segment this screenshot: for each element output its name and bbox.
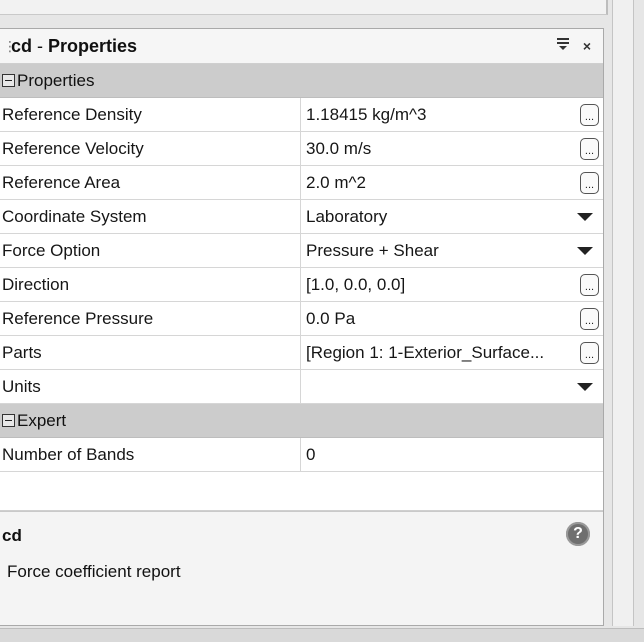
section-label: Expert (0, 404, 66, 437)
ellipsis-button[interactable]: ... (580, 103, 599, 126)
pin-menu-icon[interactable] (553, 37, 573, 55)
property-value-cell[interactable]: 30.0 m/s... (301, 132, 603, 165)
dropdown-arrow-icon[interactable] (577, 382, 593, 391)
property-name: Coordinate System (0, 200, 301, 233)
property-value-cell[interactable]: [1.0, 0.0, 0.0]... (301, 268, 603, 301)
property-value: [1.0, 0.0, 0.0] (306, 274, 406, 294)
property-row[interactable]: Units (0, 370, 603, 404)
right-scroll-gutter (612, 0, 634, 626)
property-name: Direction (0, 268, 301, 301)
property-name: Reference Pressure (0, 302, 301, 335)
grid-empty-area (0, 472, 603, 511)
ellipsis-button[interactable]: ... (580, 341, 599, 364)
property-row[interactable]: Force Option Pressure + Shear (0, 234, 603, 268)
property-value-cell[interactable]: Laboratory (301, 200, 603, 233)
property-row[interactable]: Reference Density 1.18415 kg/m^3... (0, 98, 603, 132)
property-value-cell[interactable]: Pressure + Shear (301, 234, 603, 267)
property-name: Reference Area (0, 166, 301, 199)
help-icon[interactable]: ? (566, 522, 590, 546)
description-area: cd ? Force coefficient report (0, 511, 603, 622)
ellipsis-button[interactable]: ... (580, 137, 599, 160)
properties-panel: ⋮ cd - Properties × Properties Reference … (0, 28, 604, 626)
property-row[interactable]: Reference Velocity 30.0 m/s... (0, 132, 603, 166)
property-value: 0.0 Pa (306, 308, 356, 328)
property-value-cell[interactable]: 2.0 m^2... (301, 166, 603, 199)
description-title: cd (2, 526, 22, 545)
property-value-cell[interactable]: [Region 1: 1-Exterior_Surface...... (301, 336, 603, 369)
panel-object-name: cd (11, 35, 33, 56)
property-value-cell[interactable]: 0.0 Pa... (301, 302, 603, 335)
section-header-properties[interactable]: Properties (0, 64, 603, 98)
property-row[interactable]: Reference Pressure 0.0 Pa... (0, 302, 603, 336)
upper-panel-edge (0, 0, 608, 15)
property-value: 2.0 m^2 (306, 172, 366, 192)
property-grid: Properties Reference Density 1.18415 kg/m^… (0, 64, 603, 472)
property-value: [Region 1: 1-Exterior_Surface... (306, 342, 545, 362)
bottom-status-edge (0, 628, 644, 642)
property-value-cell[interactable]: 1.18415 kg/m^3... (301, 98, 603, 131)
ellipsis-button[interactable]: ... (580, 273, 599, 296)
property-name: Units (0, 370, 301, 403)
property-value: Laboratory (306, 206, 388, 226)
property-value: 1.18415 kg/m^3 (306, 104, 427, 124)
property-row[interactable]: Number of Bands 0 (0, 438, 603, 472)
dropdown-arrow-icon[interactable] (577, 246, 593, 255)
ellipsis-button[interactable]: ... (580, 171, 599, 194)
section-title: Properties (17, 70, 95, 90)
property-row[interactable]: Direction [1.0, 0.0, 0.0]... (0, 268, 603, 302)
panel-title-bar[interactable]: ⋮ cd - Properties × (0, 29, 603, 64)
close-icon[interactable]: × (577, 38, 597, 54)
panel-title: Properties (48, 35, 138, 56)
property-name: Parts (0, 336, 301, 369)
property-row[interactable]: Parts [Region 1: 1-Exterior_Surface...... (0, 336, 603, 370)
property-value: Pressure + Shear (306, 240, 439, 260)
property-name: Force Option (0, 234, 301, 267)
section-header-expert[interactable]: Expert (0, 404, 603, 438)
property-name: Number of Bands (0, 438, 301, 471)
collapse-minus-icon[interactable] (2, 414, 15, 427)
property-value-cell[interactable] (301, 370, 603, 403)
section-label: Properties (0, 64, 94, 97)
description-text: Force coefficient report (7, 562, 181, 581)
property-name: Reference Velocity (0, 132, 301, 165)
property-value: 0 (306, 444, 316, 464)
dropdown-arrow-icon[interactable] (577, 212, 593, 221)
ellipsis-button[interactable]: ... (580, 307, 599, 330)
section-title: Expert (17, 410, 67, 430)
collapse-minus-icon[interactable] (2, 74, 15, 87)
property-name: Reference Density (0, 98, 301, 131)
property-value-cell[interactable]: 0 (301, 438, 603, 471)
panel-title-separator: - (37, 35, 44, 56)
property-row[interactable]: Reference Area 2.0 m^2... (0, 166, 603, 200)
property-row[interactable]: Coordinate System Laboratory (0, 200, 603, 234)
drag-grip-icon[interactable]: ⋮ (3, 38, 17, 55)
property-value: 30.0 m/s (306, 138, 372, 158)
